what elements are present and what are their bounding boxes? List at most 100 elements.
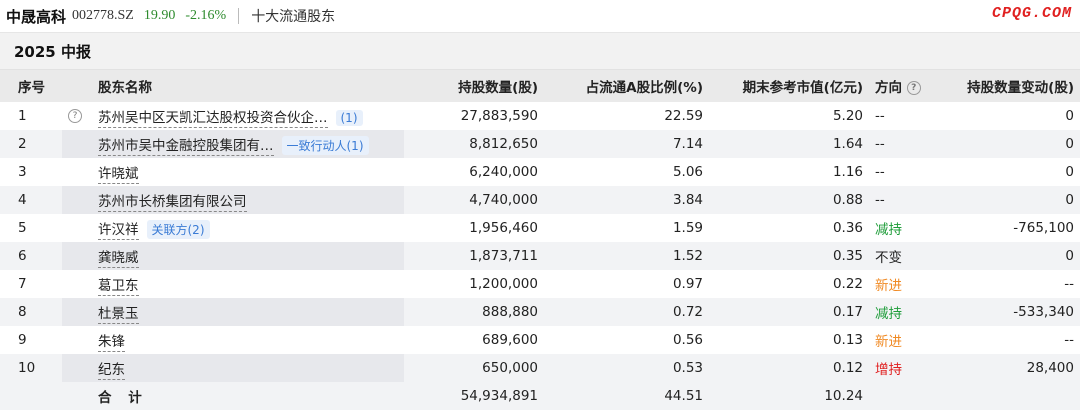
row-direction: 不变 [869,242,944,270]
row-direction: 减持 [869,298,944,326]
row-idx: 8 [0,298,62,326]
col-header-ratio[interactable]: 占流通A股比例(%) [544,70,709,102]
row-help [62,326,92,354]
question-circle-icon[interactable]: ? [906,81,921,95]
total-idx [0,382,62,410]
total-change [944,382,1080,410]
table-row[interactable]: 10 纪东 650,000 0.53 0.12 增持 28,400 [0,354,1080,382]
row-name: 朱锋 [92,326,404,354]
shareholder-name[interactable]: 许汉祥 [98,221,139,240]
total-ratio: 44.51 [664,388,703,404]
row-direction: -- [869,186,944,214]
row-shares: 1,200,000 [404,270,544,298]
row-help [62,130,92,158]
shareholder-name[interactable]: 杜景玉 [98,306,139,324]
period-header: 2025 中报 [0,33,1080,70]
row-ratio: 22.59 [544,102,709,130]
stock-code: 002778.SZ [72,8,134,23]
row-shares: 650,000 [404,354,544,382]
row-direction: 新进 [869,270,944,298]
row-direction: 减持 [869,214,944,242]
row-value: 0.22 [709,270,869,298]
row-ratio: 7.14 [544,130,709,158]
row-name: 苏州市吴中金融控股集团有… 一致行动人(1) [92,130,404,158]
row-change: -533,340 [944,298,1080,326]
total-label-text: 合 计 [98,390,148,406]
shareholder-name[interactable]: 许晓斌 [98,166,139,184]
row-help [62,214,92,242]
row-ratio: 0.53 [544,354,709,382]
shareholder-name[interactable]: 葛卫东 [98,278,139,296]
row-change: 0 [944,130,1080,158]
row-change: 0 [944,102,1080,130]
row-ratio: 1.59 [544,214,709,242]
col-header-shares[interactable]: 持股数量(股) [404,70,544,102]
period-title: 2025 中报 [14,42,91,61]
table-row[interactable]: 9 朱锋 689,600 0.56 0.13 新进 -- [0,326,1080,354]
row-value: 0.36 [709,214,869,242]
total-label: 合 计 [92,382,404,410]
row-help [62,270,92,298]
relation-tag[interactable]: 关联方(2) [146,219,210,239]
row-help [62,186,92,214]
col-header-value[interactable]: 期末参考市值(亿元) [709,70,869,102]
col-header-name[interactable]: 股东名称 [92,70,404,102]
row-shares: 689,600 [404,326,544,354]
shareholder-name[interactable]: 纪东 [98,362,125,380]
table-row[interactable]: 7 葛卫东 1,200,000 0.97 0.22 新进 -- [0,270,1080,298]
table-row[interactable]: 6 龚晓威 1,873,711 1.52 0.35 不变 0 [0,242,1080,270]
table-row[interactable]: 3 许晓斌 6,240,000 5.06 1.16 -- 0 [0,158,1080,186]
stock-change: -2.16% [185,8,227,23]
row-direction: -- [869,102,944,130]
row-idx: 4 [0,186,62,214]
row-value: 0.35 [709,242,869,270]
total-direction [869,382,944,410]
col-header-direction-label: 方向 [875,80,902,96]
row-idx: 2 [0,130,62,158]
col-header-change[interactable]: 持股数量变动(股) [944,70,1080,102]
row-shares: 1,873,711 [404,242,544,270]
row-value: 1.16 [709,158,869,186]
total-spacer [62,382,92,410]
row-idx: 10 [0,354,62,382]
row-ratio: 3.84 [544,186,709,214]
row-name: 葛卫东 [92,270,404,298]
shareholder-name[interactable]: 苏州市吴中金融控股集团有… [98,137,274,156]
row-direction: 新进 [869,326,944,354]
table-row[interactable]: 4 苏州市长桥集团有限公司 4,740,000 3.84 0.88 -- 0 [0,186,1080,214]
total-shares: 54,934,891 [460,388,538,404]
relation-tag[interactable]: (1) [335,110,363,126]
row-change: 0 [944,186,1080,214]
row-shares: 4,740,000 [404,186,544,214]
row-change: 28,400 [944,354,1080,382]
table-row[interactable]: 5 许汉祥 关联方(2) 1,956,460 1.59 0.36 减持 -765,100 [0,214,1080,242]
col-header-idx: 序号 [18,80,45,96]
relation-tag[interactable]: 一致行动人(1) [281,135,369,155]
shareholder-name[interactable]: 朱锋 [98,334,125,352]
table-header-row: 序号 股东名称 持股数量(股) 占流通A股比例(%) 期末参考市值(亿元) 方向… [0,70,1080,102]
shareholder-name[interactable]: 苏州市长桥集团有限公司 [98,194,247,212]
row-help [62,242,92,270]
row-value: 0.17 [709,298,869,326]
table-row[interactable]: 2 苏州市吴中金融控股集团有… 一致行动人(1) 8,812,650 7.14 1.64-… [0,130,1080,158]
row-change: 0 [944,242,1080,270]
row-shares: 8,812,650 [404,130,544,158]
question-circle-icon[interactable]: ? [68,109,82,123]
row-direction: -- [869,130,944,158]
table-total-row: 合 计 54,934,891 44.51 10.24 [0,382,1080,410]
row-name: 许汉祥 关联方(2) [92,214,404,242]
row-shares: 6,240,000 [404,158,544,186]
table-row[interactable]: 1? 苏州吴中区天凯汇达股权投资合伙企… (1) 27,883,590 22.59 5.2… [0,102,1080,130]
row-ratio: 5.06 [544,158,709,186]
table-row[interactable]: 8 杜景玉 888,880 0.72 0.17 减持 -533,340 [0,298,1080,326]
row-ratio: 1.52 [544,242,709,270]
stock-header: 中晟高科 002778.SZ 19.90 -2.16% 十大流通股东 CPQG.… [0,0,1080,33]
row-ratio: 0.97 [544,270,709,298]
row-change: -- [944,326,1080,354]
row-ratio: 0.72 [544,298,709,326]
header-divider [238,8,240,24]
row-idx: 3 [0,158,62,186]
row-idx: 6 [0,242,62,270]
shareholder-name[interactable]: 龚晓威 [98,250,139,268]
shareholder-name[interactable]: 苏州吴中区天凯汇达股权投资合伙企… [98,110,328,128]
